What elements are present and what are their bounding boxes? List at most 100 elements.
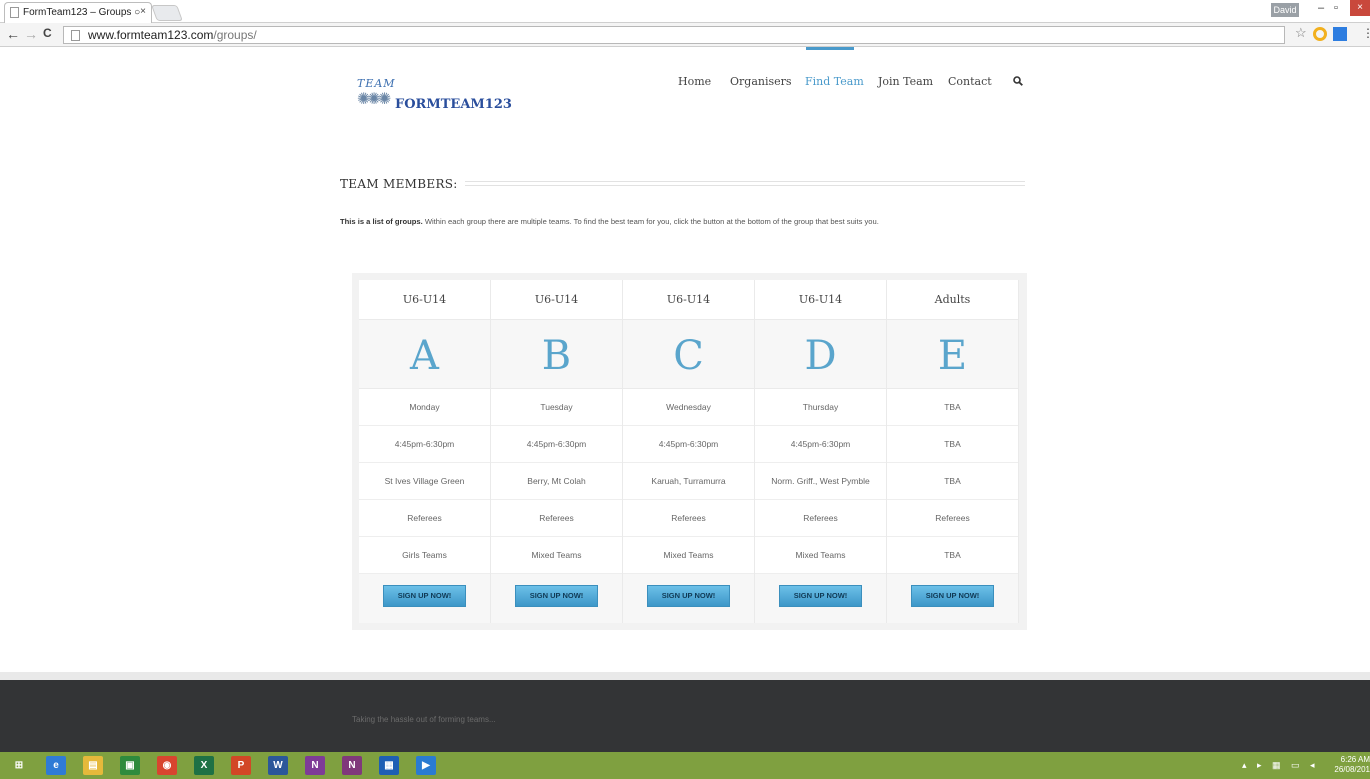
maximize-icon[interactable]: ▫	[1334, 2, 1338, 14]
chrome-icon[interactable]: ◉	[157, 756, 177, 775]
tab-title: FormTeam123 – Groups ○	[23, 7, 141, 18]
group-letter: E	[887, 320, 1018, 389]
close-tab-icon[interactable]: ×	[140, 6, 146, 17]
footer-tagline: Taking the hassle out of forming teams..…	[352, 715, 496, 724]
nav-contact[interactable]: Contact	[948, 75, 992, 88]
onenote-alt-icon[interactable]: N	[305, 756, 325, 775]
group-column: Adults E TBA TBA TBA Referees TBA SIGN U…	[887, 280, 1019, 623]
sign-up-button[interactable]: SIGN UP NOW!	[647, 585, 730, 607]
group-referees: Referees	[491, 500, 622, 537]
group-letter: A	[359, 320, 490, 389]
group-age: U6-U14	[491, 280, 622, 320]
group-letter: C	[623, 320, 754, 389]
clock[interactable]: 6:26 AM 26/08/201	[1322, 755, 1370, 775]
nav-active-indicator	[806, 47, 854, 50]
site-logo[interactable]: TEAM ✺✺✺ FORMTEAM123	[355, 77, 535, 117]
group-location: TBA	[887, 463, 1018, 500]
nav-organisers[interactable]: Organisers	[730, 75, 792, 88]
logo-text: FORMTEAM123	[395, 97, 512, 112]
group-letter: B	[491, 320, 622, 389]
browser-toolbar: ← → C www.formteam123.com/groups/ ☆ ⋮	[0, 23, 1370, 47]
browser-tab[interactable]: FormTeam123 – Groups ○ ×	[4, 2, 152, 23]
page-icon	[71, 30, 80, 41]
intro-rest: Within each group there are multiple tea…	[422, 217, 879, 226]
group-team-type: TBA	[887, 537, 1018, 574]
profile-badge[interactable]: David	[1271, 3, 1299, 17]
reload-icon[interactable]: C	[43, 26, 52, 40]
group-column: U6-U14 C Wednesday 4:45pm-6:30pm Karuah,…	[623, 280, 755, 623]
sign-up-button[interactable]: SIGN UP NOW!	[515, 585, 598, 607]
button-row: SIGN UP NOW!	[623, 574, 754, 623]
group-team-type: Mixed Teams	[623, 537, 754, 574]
system-tray-icons[interactable]: ▴ ▸ ▦ ▭ ◂	[1242, 760, 1319, 771]
store-icon[interactable]: ▣	[120, 756, 140, 775]
group-column: U6-U14 A Monday 4:45pm-6:30pm St Ives Vi…	[359, 280, 491, 623]
minimize-icon[interactable]: –	[1318, 2, 1324, 14]
media-icon[interactable]: ▶	[416, 756, 436, 775]
logo-figures-icon: ✺✺✺	[357, 91, 391, 108]
group-time: 4:45pm-6:30pm	[491, 426, 622, 463]
word-icon[interactable]: W	[268, 756, 288, 775]
sign-up-button[interactable]: SIGN UP NOW!	[911, 585, 994, 607]
website: TEAM ✺✺✺ FORMTEAM123 Home Organisers Fin…	[0, 47, 1370, 752]
group-referees: Referees	[887, 500, 1018, 537]
group-team-type: Girls Teams	[359, 537, 490, 574]
internet-explorer-icon[interactable]: e	[46, 756, 66, 775]
button-row: SIGN UP NOW!	[491, 574, 622, 623]
extension-arrow-icon[interactable]	[1333, 27, 1347, 41]
nav-find-team[interactable]: Find Team	[805, 75, 864, 88]
bookmark-star-icon[interactable]: ☆	[1295, 25, 1307, 41]
url-host: www.formteam123.com	[88, 28, 214, 42]
forward-arrow-icon[interactable]: →	[24, 26, 38, 42]
group-letter: D	[755, 320, 886, 389]
excel-icon[interactable]: X	[194, 756, 214, 775]
group-time: 4:45pm-6:30pm	[359, 426, 490, 463]
url-path: /groups/	[213, 28, 257, 42]
section-title: TEAM MEMBERS:	[340, 177, 458, 191]
nav-join-team[interactable]: Join Team	[878, 75, 933, 88]
group-location: Karuah, Turramurra	[623, 463, 754, 500]
intro-bold: This is a list of groups.	[340, 217, 423, 226]
windows-start-icon[interactable]: ⊞	[9, 756, 29, 775]
group-location: Berry, Mt Colah	[491, 463, 622, 500]
taskbar: ⊞ e ▤ ▣ ◉ X P W N N ▦ ▶ ▴ ▸ ▦ ▭ ◂ 6:26 AM 26/08/201	[0, 752, 1370, 779]
button-row: SIGN UP NOW!	[755, 574, 886, 623]
groups-table: U6-U14 A Monday 4:45pm-6:30pm St Ives Vi…	[352, 273, 1027, 630]
group-day: Tuesday	[491, 389, 622, 426]
search-icon[interactable]	[1013, 76, 1023, 86]
app-tiles-icon[interactable]: ▦	[379, 756, 399, 775]
group-team-type: Mixed Teams	[755, 537, 886, 574]
sign-up-button[interactable]: SIGN UP NOW!	[779, 585, 862, 607]
group-age: Adults	[887, 280, 1018, 320]
site-footer: Taking the hassle out of forming teams..…	[0, 672, 1370, 752]
window-close-icon[interactable]: ×	[1350, 0, 1370, 16]
file-explorer-icon[interactable]: ▤	[83, 756, 103, 775]
menu-icon[interactable]: ⋮	[1362, 26, 1370, 40]
group-day: Wednesday	[623, 389, 754, 426]
group-time: 4:45pm-6:30pm	[623, 426, 754, 463]
group-age: U6-U14	[755, 280, 886, 320]
page-icon	[10, 7, 19, 18]
group-column: U6-U14 B Tuesday 4:45pm-6:30pm Berry, Mt…	[491, 280, 623, 623]
powerpoint-icon[interactable]: P	[231, 756, 251, 775]
group-time: TBA	[887, 426, 1018, 463]
nav-home[interactable]: Home	[678, 75, 711, 88]
group-age: U6-U14	[623, 280, 754, 320]
new-tab-button[interactable]	[151, 5, 183, 21]
address-bar[interactable]: www.formteam123.com/groups/	[63, 26, 1285, 44]
clock-time: 6:26 AM	[1340, 755, 1370, 764]
button-row: SIGN UP NOW!	[359, 574, 490, 623]
group-day: TBA	[887, 389, 1018, 426]
clock-date: 26/08/201	[1334, 765, 1370, 774]
extension-ring-icon[interactable]	[1313, 27, 1327, 41]
group-age: U6-U14	[359, 280, 490, 320]
onenote-icon[interactable]: N	[342, 756, 362, 775]
browser-tab-strip: FormTeam123 – Groups ○ × David – ▫ ×	[0, 0, 1370, 23]
sign-up-button[interactable]: SIGN UP NOW!	[383, 585, 466, 607]
group-referees: Referees	[623, 500, 754, 537]
group-location: St Ives Village Green	[359, 463, 490, 500]
back-arrow-icon[interactable]: ←	[6, 26, 20, 42]
group-day: Thursday	[755, 389, 886, 426]
button-row: SIGN UP NOW!	[887, 574, 1018, 623]
title-divider	[465, 181, 1025, 186]
